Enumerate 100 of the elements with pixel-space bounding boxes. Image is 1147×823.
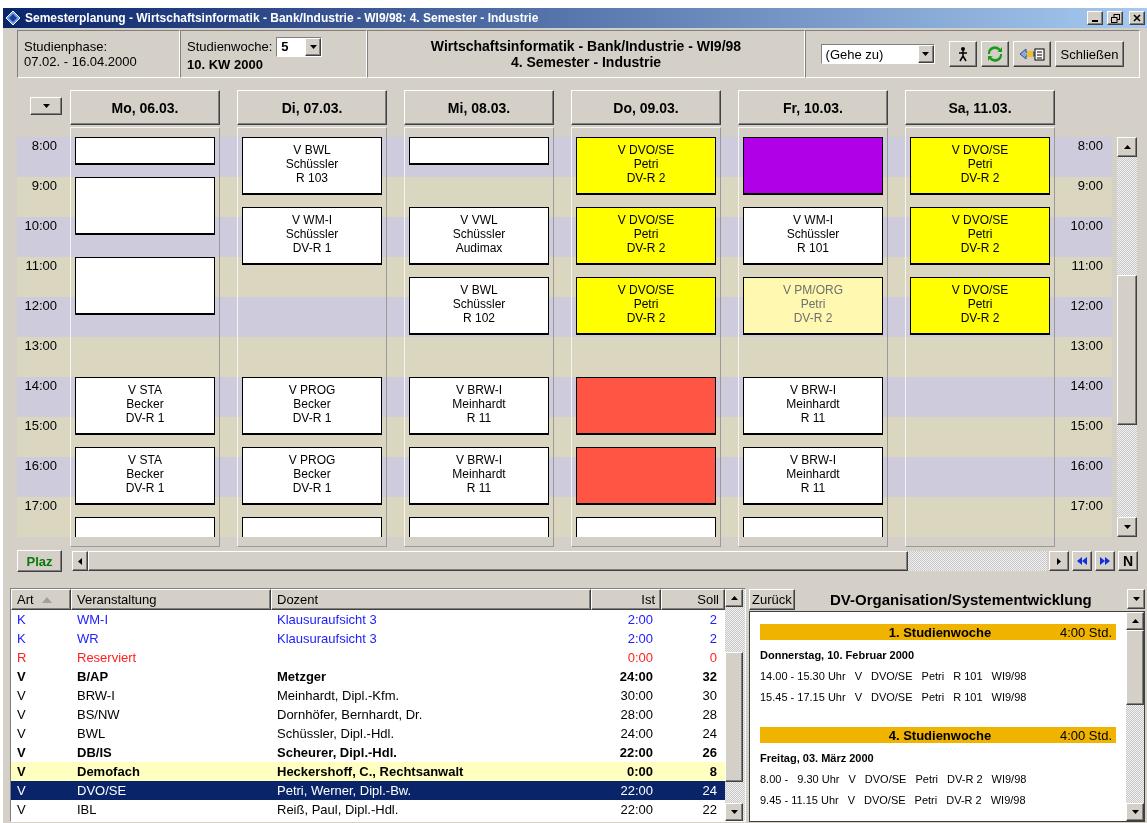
event-text: V DVO/SE xyxy=(617,283,675,297)
scroll-thumb[interactable] xyxy=(725,652,743,782)
table-row[interactable]: V DVO/SE Petri, Werner, Dipl.-Bw. 22:00 24 xyxy=(11,781,725,800)
column-header[interactable]: Veranstaltung xyxy=(71,589,271,610)
event-block[interactable]: V PROG Becker DV-R 1 xyxy=(242,447,382,505)
event-block[interactable]: V PM/ORG Petri DV-R 2 xyxy=(743,277,883,335)
restore-button[interactable] xyxy=(1107,11,1123,25)
vertical-scrollbar[interactable] xyxy=(1126,612,1144,821)
event-text: Petri xyxy=(633,157,659,171)
next-week-button[interactable] xyxy=(1095,551,1115,571)
event-block[interactable]: V DVO/SE Petri DV-R 2 xyxy=(910,137,1050,195)
event-text: Becker xyxy=(126,467,164,481)
event-text: DV-R 2 xyxy=(626,171,666,185)
event-text: Petri xyxy=(633,297,659,311)
event-block[interactable] xyxy=(75,257,215,315)
scroll-right-button[interactable] xyxy=(1049,551,1069,571)
day-header[interactable]: Di, 07.03. xyxy=(237,90,387,125)
table-row[interactable]: V Demofach Heckershoff, C., Rechtsanwalt 0:00 8 xyxy=(11,762,725,781)
event-block[interactable]: V VWL Schüssler Audimax xyxy=(409,207,549,265)
event-block[interactable]: V BWL Schüssler R 102 xyxy=(409,277,549,335)
horizontal-scrollbar[interactable] xyxy=(72,551,1047,571)
table-row[interactable]: V BS/NW Dornhöfer, Bernhardt, Dr. 28:00 28 xyxy=(11,705,725,724)
scroll-thumb[interactable] xyxy=(1126,630,1144,705)
table-row[interactable]: V IBL Reiß, Paul, Dipl.-Hdl. 22:00 22 xyxy=(11,800,725,819)
week-select[interactable]: 5 xyxy=(276,36,323,57)
table-row[interactable]: K WM-I Klausuraufsicht 3 2:00 2 xyxy=(11,610,725,629)
event-block[interactable]: V WM-I Schüssler R 101 xyxy=(743,207,883,265)
table-row[interactable]: V B/AP Metzger 24:00 32 xyxy=(11,667,725,686)
event-text: DV-R 2 xyxy=(960,171,1000,185)
event-block[interactable]: V BWL Schüssler R 103 xyxy=(242,137,382,195)
table-cell-text: B/AP xyxy=(76,669,110,684)
event-text: DV-R 2 xyxy=(793,311,833,325)
previous-week-button[interactable] xyxy=(1072,551,1092,571)
event-block[interactable]: V BRW-I Meinhardt R 11 xyxy=(743,377,883,435)
time-label: 12:00 xyxy=(23,297,58,315)
plaz-button[interactable]: Plaz xyxy=(17,550,62,572)
table-row[interactable]: V DB/IS Scheurer, Dipl.-Hdl. 22:00 26 xyxy=(11,743,725,762)
event-text: R 11 xyxy=(800,481,826,495)
field-label: Studienwoche: xyxy=(187,39,273,54)
vertical-scrollbar[interactable] xyxy=(725,589,745,821)
event-block[interactable]: V DVO/SE Petri DV-R 2 xyxy=(576,207,716,265)
column-header[interactable]: Dozent xyxy=(271,589,591,610)
event-block[interactable] xyxy=(576,377,716,435)
column-header[interactable]: Art xyxy=(11,589,71,610)
dropdown-button[interactable] xyxy=(30,97,62,115)
event-block[interactable]: V BRW-I Meinhardt R 11 xyxy=(409,377,549,435)
table-row[interactable]: V BWL Schüssler, Dipl.-Hdl. 24:00 24 xyxy=(11,724,725,743)
event-block[interactable] xyxy=(75,137,215,165)
day-header[interactable]: Mo, 06.03. xyxy=(70,90,220,125)
transfer-button[interactable] xyxy=(1012,41,1051,67)
event-block[interactable]: V STA Becker DV-R 1 xyxy=(75,377,215,435)
event-block[interactable] xyxy=(576,447,716,505)
event-block[interactable] xyxy=(409,137,549,165)
event-block[interactable] xyxy=(75,177,215,235)
event-block[interactable]: V DVO/SE Petri DV-R 2 xyxy=(910,277,1050,335)
table-row[interactable]: V BRW-I Meinhardt, Dipl.-Kfm. 30:00 30 xyxy=(11,686,725,705)
goto-select[interactable]: (Gehe zu) xyxy=(820,44,935,64)
event-text: Petri xyxy=(800,297,826,311)
tool-button[interactable] xyxy=(948,41,977,67)
schedule-entry: DVO/SE xyxy=(864,793,906,806)
schedule-entry: V xyxy=(854,690,862,703)
schedule-entry: DVO/SE xyxy=(864,772,907,785)
day-header[interactable]: Mi, 08.03. xyxy=(404,90,554,125)
event-block[interactable]: V BRW-I Meinhardt R 11 xyxy=(743,447,883,505)
table-cell-text: V xyxy=(16,764,27,779)
table-row[interactable]: K WR Klausuraufsicht 3 2:00 2 xyxy=(11,629,725,648)
schedule-entry: 15.45 - 17.15 Uhr xyxy=(760,690,846,703)
event-block[interactable]: V PROG Becker DV-R 1 xyxy=(242,377,382,435)
table-cell-text: Dornhöfer, Bernhardt, Dr. xyxy=(276,707,424,722)
close-button[interactable]: Schließen xyxy=(1054,41,1125,67)
vertical-scrollbar[interactable] xyxy=(1117,137,1137,537)
day-header[interactable]: Fr, 10.03. xyxy=(738,90,888,125)
close-button[interactable] xyxy=(1129,11,1145,25)
dropdown-button[interactable] xyxy=(1127,589,1145,609)
event-block[interactable]: V DVO/SE Petri DV-R 2 xyxy=(576,277,716,335)
table-row[interactable]: R Reserviert 0:00 0 xyxy=(11,648,725,667)
back-button[interactable]: Zurück xyxy=(749,588,795,610)
column-header[interactable]: Ist xyxy=(591,589,661,610)
scroll-thumb[interactable] xyxy=(1117,275,1137,425)
minimize-button[interactable] xyxy=(1087,11,1103,25)
day-header[interactable]: Do, 09.03. xyxy=(571,90,721,125)
refresh-button[interactable] xyxy=(980,41,1009,67)
nav-button[interactable]: N xyxy=(1118,551,1138,571)
event-text: Schüssler xyxy=(786,227,840,241)
event-block[interactable]: V STA Becker DV-R 1 xyxy=(75,447,215,505)
time-label: 17:00 xyxy=(23,497,58,515)
day-header[interactable]: Sa, 11.03. xyxy=(905,90,1055,125)
scroll-thumb[interactable] xyxy=(88,551,908,571)
scroll-up-icon xyxy=(730,596,738,600)
event-block[interactable]: V BRW-I Meinhardt R 11 xyxy=(409,447,549,505)
event-text: DV-R 1 xyxy=(292,411,332,425)
event-block[interactable]: V DVO/SE Petri DV-R 2 xyxy=(910,207,1050,265)
event-block[interactable]: V WM-I Schüssler DV-R 1 xyxy=(242,207,382,265)
time-label: 9:00 xyxy=(30,177,58,195)
schedule-entry: 14.00 - 15.30 Uhr xyxy=(760,669,846,682)
table-cell-text: 24 xyxy=(701,783,718,798)
column-header[interactable]: Soll xyxy=(661,589,725,610)
schedule-entry: R 101 xyxy=(953,690,983,703)
time-label: 14:00 xyxy=(1069,377,1104,395)
event-block[interactable]: V DVO/SE Petri DV-R 2 xyxy=(576,137,716,195)
